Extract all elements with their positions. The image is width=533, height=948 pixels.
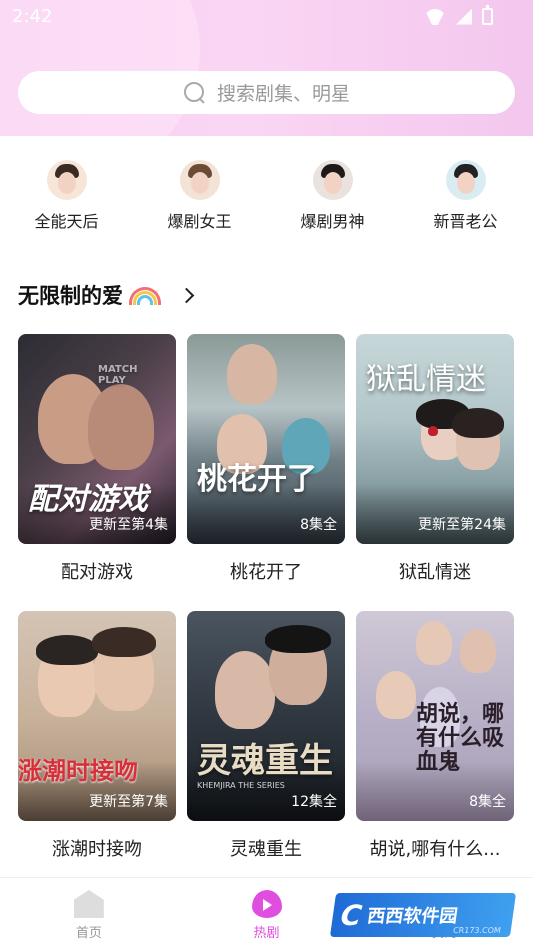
status-time: 2:42 — [12, 6, 53, 27]
drama-title: 灵魂重生 — [230, 839, 302, 860]
poster-subtext: MATCH PLAY — [98, 364, 138, 386]
drama-card[interactable]: MATCH PLAY 配对游戏 更新至第4集 配对游戏 — [18, 334, 176, 584]
search-icon — [183, 81, 207, 105]
tab-home[interactable]: 首页 — [0, 878, 178, 948]
drama-card[interactable]: 涨潮时接吻 更新至第7集 涨潮时接吻 — [18, 611, 176, 861]
poster-art-text: 狱乱情迷 — [366, 362, 486, 397]
section-header[interactable]: 无限制的爱 — [18, 280, 195, 310]
drama-title: 桃花开了 — [230, 562, 302, 583]
category-label: 全能天后 — [34, 212, 99, 231]
drama-poster: 狱乱情迷 更新至第24集 — [356, 334, 514, 544]
tab-label: 热剧 — [253, 926, 280, 941]
tab-hot[interactable]: 热剧 — [178, 878, 356, 948]
episode-badge: 12集全 — [291, 794, 337, 810]
avatar — [179, 160, 220, 200]
signal-icon — [456, 8, 472, 25]
watermark-url: CR173.COM — [452, 926, 502, 935]
flame-play-icon — [251, 890, 282, 918]
tab-label: 首页 — [75, 926, 102, 941]
poster-subtext: KHEMJIRA THE SERIES — [197, 781, 285, 790]
drama-title: 狱乱情迷 — [399, 562, 471, 583]
category-label: 爆剧男神 — [300, 212, 365, 231]
status-icons — [424, 5, 493, 25]
category-row: 全能天后 爆剧女王 爆剧男神 新晋老公 — [0, 160, 533, 232]
rainbow-icon — [129, 285, 161, 305]
battery-icon — [482, 5, 493, 25]
category-item[interactable]: 爆剧女王 — [133, 160, 266, 232]
category-item[interactable]: 爆剧男神 — [266, 160, 399, 232]
drama-title: 胡说,哪有什么... — [369, 839, 501, 860]
drama-poster: 桃花开了 8集全 — [187, 334, 345, 544]
drama-poster: MATCH PLAY 配对游戏 更新至第4集 — [18, 334, 176, 544]
poster-art-text: 胡说，哪有什么吸血鬼 — [416, 702, 505, 776]
chevron-right-icon — [178, 287, 195, 303]
category-item[interactable]: 全能天后 — [0, 160, 133, 232]
home-icon — [73, 890, 104, 918]
drama-card[interactable]: 狱乱情迷 更新至第24集 狱乱情迷 — [356, 334, 514, 584]
drama-card[interactable]: 胡说，哪有什么吸血鬼 8集全 胡说,哪有什么... — [356, 611, 514, 861]
drama-title: 配对游戏 — [61, 562, 133, 583]
episode-badge: 更新至第24集 — [418, 517, 506, 533]
search-placeholder: 搜索剧集、明星 — [216, 83, 350, 105]
watermark-logo: C 西西软件园 CR173.COM — [329, 893, 517, 937]
episode-badge: 更新至第7集 — [89, 794, 168, 810]
avatar — [312, 160, 353, 200]
avatar — [445, 160, 486, 200]
section-title: 无限制的爱 — [18, 284, 123, 308]
episode-badge: 更新至第4集 — [89, 517, 168, 533]
category-label: 新晋老公 — [433, 212, 498, 231]
search-bar[interactable]: 搜索剧集、明星 — [18, 71, 515, 114]
category-label: 爆剧女王 — [167, 212, 232, 231]
episode-badge: 8集全 — [300, 517, 337, 533]
poster-art-text: 涨潮时接吻 — [18, 757, 138, 785]
drama-card[interactable]: 桃花开了 8集全 桃花开了 — [187, 334, 345, 584]
avatar — [46, 160, 87, 200]
poster-art-text: 桃花开了 — [197, 462, 317, 497]
wifi-icon — [424, 9, 446, 25]
episode-badge: 8集全 — [469, 794, 506, 810]
header-background: 2:42 搜索剧集、明星 — [0, 0, 533, 136]
drama-poster: 灵魂重生 KHEMJIRA THE SERIES 12集全 — [187, 611, 345, 821]
drama-card[interactable]: 灵魂重生 KHEMJIRA THE SERIES 12集全 灵魂重生 — [187, 611, 345, 861]
poster-art-text: 灵魂重生 — [197, 741, 333, 781]
category-item[interactable]: 新晋老公 — [399, 160, 532, 232]
drama-title: 涨潮时接吻 — [52, 839, 142, 860]
drama-poster: 涨潮时接吻 更新至第7集 — [18, 611, 176, 821]
watermark-name: 西西软件园 — [365, 906, 459, 927]
watermark-letter: C — [338, 898, 364, 932]
poster-art-text: 配对游戏 — [28, 482, 148, 517]
drama-poster: 胡说，哪有什么吸血鬼 8集全 — [356, 611, 514, 821]
